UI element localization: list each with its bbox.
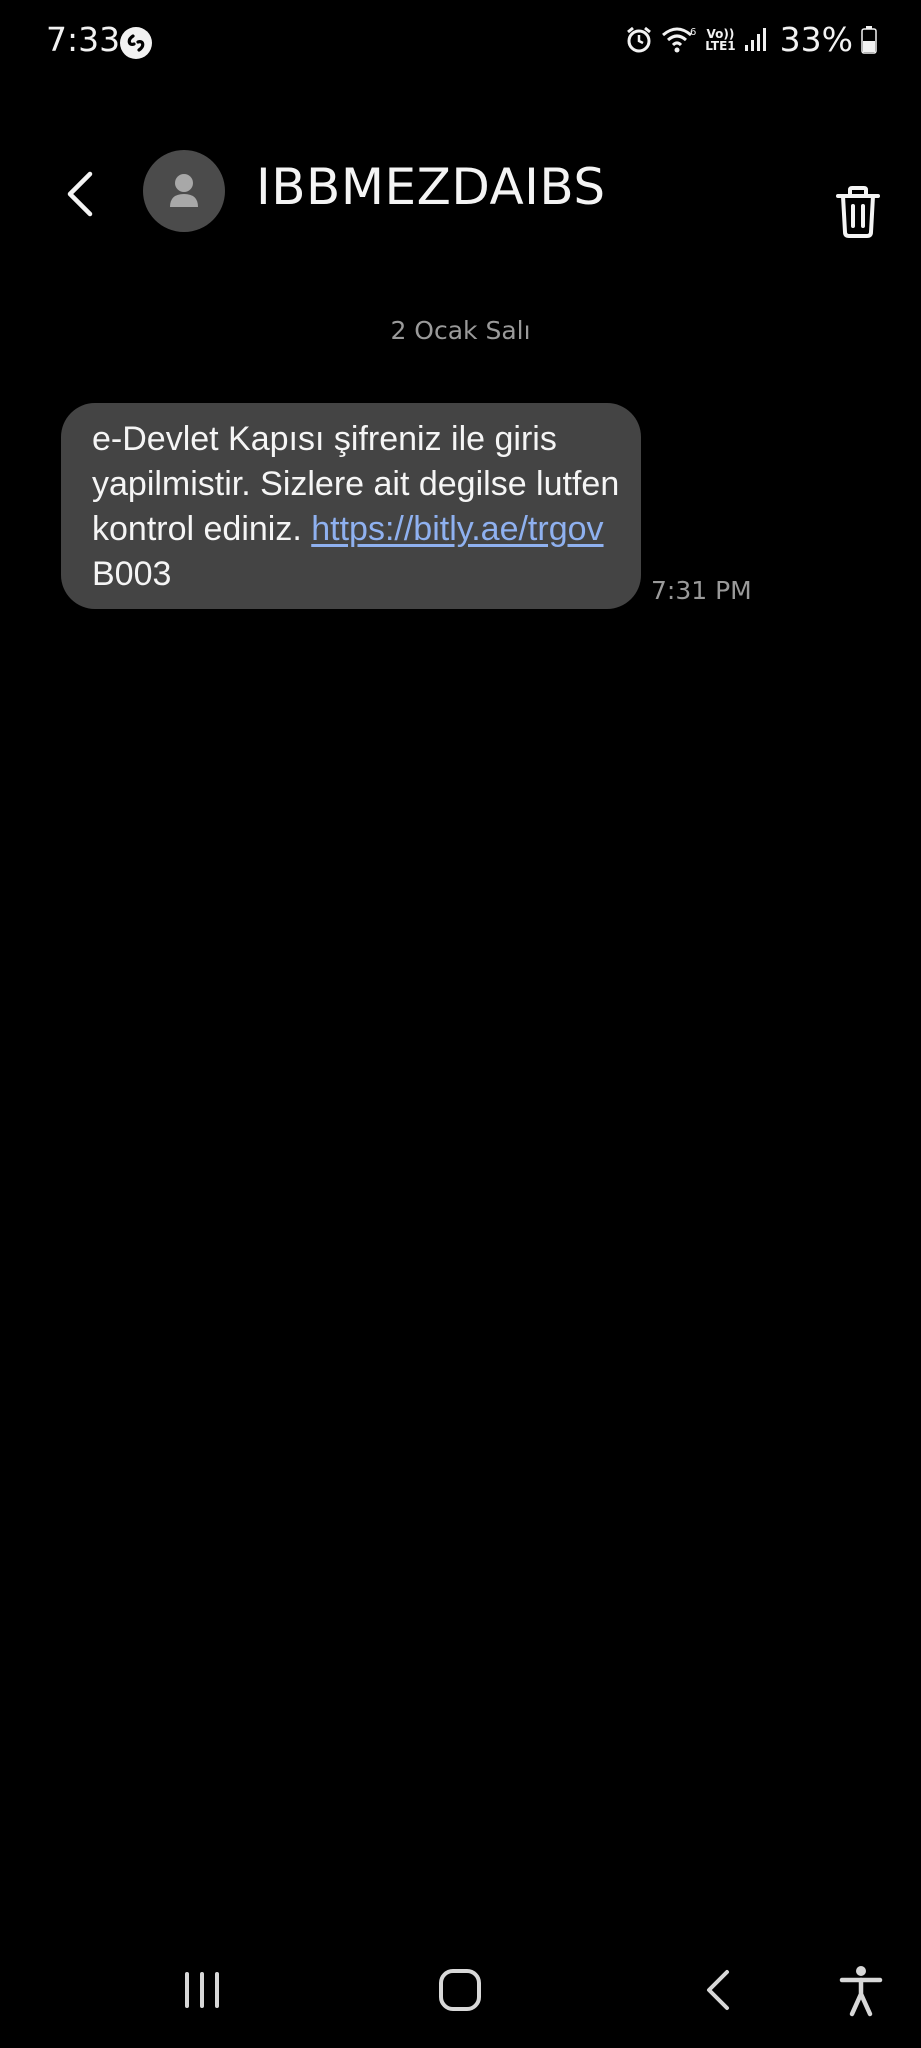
- status-time: 7:33: [46, 20, 121, 59]
- wifi-badge: 6: [690, 27, 696, 38]
- message-text: e-Devlet Kapısı şifreniz ile giris yapil…: [92, 417, 627, 597]
- back-arrow-icon[interactable]: [56, 164, 108, 224]
- trash-icon[interactable]: [832, 184, 884, 240]
- status-bar: 7:33 6 Vo)) LTE1 33%: [0, 0, 921, 84]
- wifi-icon: 6: [662, 27, 697, 52]
- volte-label: Vo)): [706, 26, 735, 41]
- message-bubble[interactable]: e-Devlet Kapısı şifreniz ile giris yapil…: [61, 403, 641, 609]
- message-link[interactable]: https://bitly.ae/trgov: [311, 510, 603, 548]
- date-separator: 2 Ocak Salı: [390, 316, 531, 345]
- battery-icon: [861, 25, 877, 54]
- status-icons: 6 Vo)) LTE1 33%: [625, 20, 877, 59]
- alarm-icon: [627, 26, 652, 52]
- conversation-header: IBBMEZDAIBS: [0, 140, 921, 244]
- avatar[interactable]: [143, 150, 225, 232]
- accessibility-icon[interactable]: [826, 1960, 896, 2020]
- recents-icon[interactable]: [167, 1960, 237, 2020]
- person-icon: [170, 174, 198, 207]
- message-timestamp: 7:31 PM: [651, 576, 752, 605]
- contact-name[interactable]: IBBMEZDAIBS: [256, 158, 606, 216]
- signal-icon: [744, 27, 766, 51]
- shazam-icon: [120, 27, 152, 59]
- home-icon[interactable]: [425, 1960, 495, 2020]
- volte-lte-indicator: Vo)) LTE1: [705, 28, 735, 52]
- battery-percent: 33%: [779, 20, 853, 59]
- messages-screen: 7:33 6 Vo)) LTE1 33% IBBMEZDAIBS 2 Ocak …: [0, 0, 921, 2048]
- back-icon[interactable]: [683, 1960, 753, 2020]
- navigation-bar: [0, 1940, 921, 2048]
- message-code: B003: [92, 555, 172, 593]
- lte-label: LTE1: [705, 38, 736, 53]
